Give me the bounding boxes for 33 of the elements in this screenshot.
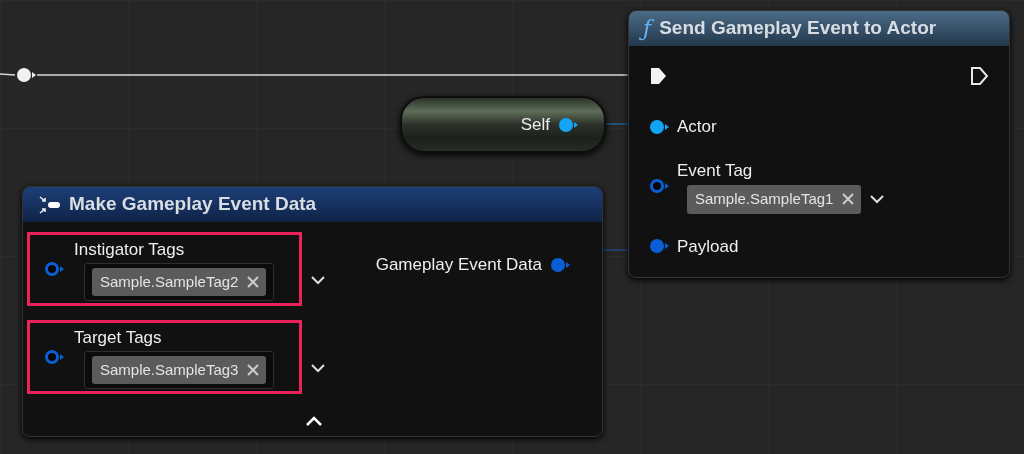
- collapse-button[interactable]: [305, 415, 323, 427]
- exec-pin-icon[interactable]: [970, 66, 989, 86]
- remove-tag-button[interactable]: [246, 362, 261, 377]
- pin-icon[interactable]: [44, 260, 64, 278]
- tag-field[interactable]: Sample.SampleTag3: [84, 350, 275, 389]
- node-title: Make Gameplay Event Data: [69, 192, 317, 217]
- pin-icon[interactable]: [649, 117, 669, 136]
- tag-label: Sample.SampleTag2: [100, 271, 239, 292]
- tag-label: Sample.SampleTag3: [100, 359, 239, 380]
- pin-label: Self: [520, 113, 550, 136]
- pin-label: Actor: [677, 116, 717, 138]
- pin-icon[interactable]: [558, 115, 578, 134]
- node-title: Send Gameplay Event to Actor: [659, 16, 937, 41]
- pin-label: Gameplay Event Data: [375, 254, 542, 276]
- exec-pin-icon[interactable]: [649, 66, 668, 86]
- make-struct-icon: [37, 193, 61, 216]
- remove-tag-button[interactable]: [246, 274, 261, 289]
- tag-label: Sample.SampleTag1: [695, 189, 834, 209]
- pin-label: Payload: [677, 235, 739, 258]
- dropdown-button[interactable]: [869, 194, 886, 205]
- pin-icon[interactable]: [649, 176, 669, 195]
- pin-icon[interactable]: [550, 255, 570, 274]
- pin-label: Target Tags: [74, 327, 163, 349]
- pin-label: Instigator Tags: [74, 239, 186, 261]
- reroute-node[interactable]: [16, 66, 36, 84]
- pin-icon[interactable]: [44, 348, 64, 366]
- remove-tag-button[interactable]: [841, 192, 856, 207]
- dropdown-button[interactable]: [310, 275, 326, 285]
- tag-field[interactable]: Sample.SampleTag2: [84, 262, 275, 301]
- dropdown-button[interactable]: [310, 363, 326, 373]
- pin-label: Event Tag: [677, 159, 754, 182]
- wire: [0, 73, 16, 76]
- pin-icon[interactable]: [649, 237, 669, 256]
